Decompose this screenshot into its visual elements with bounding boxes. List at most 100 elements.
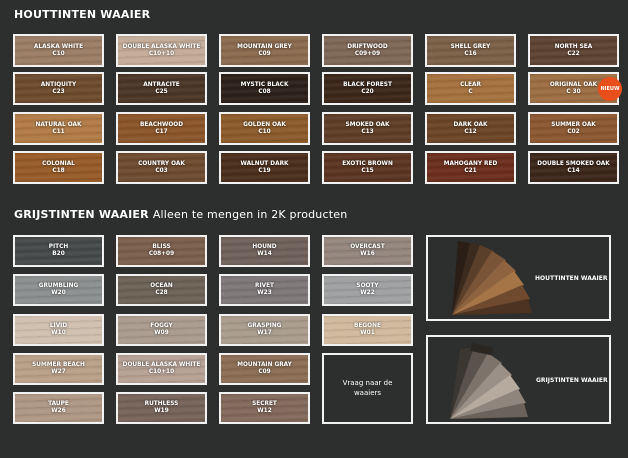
color-swatch[interactable]: HOUND W14 [219, 235, 310, 267]
swatch-code: C08+09 [148, 251, 175, 257]
color-swatch[interactable]: MOUNTAIN GREY C09 [219, 34, 310, 67]
swatch-code: C03 [155, 167, 168, 174]
color-swatch[interactable]: DOUBLE ALASKA WHITE C10+10 [116, 34, 207, 67]
swatch-code: C28 [155, 290, 168, 296]
color-swatch[interactable]: SUMMER BEACH W27 [13, 353, 104, 385]
swatch-name: BLISS [152, 244, 171, 251]
swatch-name: BLACK FOREST [343, 81, 392, 88]
swatch-code: W17 [257, 330, 272, 336]
swatch-name: HOUND [252, 244, 277, 251]
swatch-name: EXOTIC BROWN [342, 160, 393, 167]
swatch-code: C25 [155, 88, 168, 95]
swatch-code: C10+10 [148, 50, 175, 57]
swatch-code: W01 [360, 330, 375, 336]
color-swatch[interactable]: SHELL GREY C16 [425, 34, 516, 67]
color-swatch[interactable]: SUMMER OAK C02 [528, 112, 619, 145]
color-swatch[interactable]: DOUBLE ALASKA WHITE C10+10 [116, 353, 207, 385]
color-swatch[interactable]: TAUPE W26 [13, 392, 104, 424]
color-swatch[interactable]: MOUNTAIN GRAY C09 [219, 353, 310, 385]
wood-fan-label: HOUTTINTEN WAAIER [535, 275, 608, 282]
grey-fan-card[interactable]: GRIJSTINTEN WAAIER [426, 335, 611, 424]
color-swatch[interactable]: GRASPING W17 [219, 314, 310, 346]
color-swatch[interactable]: CLEAR C [425, 72, 516, 105]
swatch-code: C23 [52, 88, 65, 95]
color-swatch[interactable]: OVERCAST W16 [322, 235, 413, 267]
swatch-code: C09 [258, 50, 271, 57]
color-swatch[interactable]: GOLDEN OAK C10 [219, 112, 310, 145]
swatch-code: W10 [51, 330, 66, 336]
swatch-name: NATURAL OAK [35, 121, 82, 128]
swatch-code: C14 [567, 167, 580, 174]
color-swatch[interactable]: GRUMBLING W20 [13, 274, 104, 306]
color-swatch[interactable]: MYSTIC BLACK C08 [219, 72, 310, 105]
swatch-name: MOUNTAIN GRAY [237, 362, 292, 369]
color-swatch[interactable]: COLONIAL C18 [13, 151, 104, 184]
swatch-name: COUNTRY OAK [138, 160, 185, 167]
swatch-name: OCEAN [150, 283, 173, 290]
swatch-code: C10 [52, 50, 65, 57]
color-swatch[interactable]: BLACK FOREST C20 [322, 72, 413, 105]
swatch-name: DRIFTWOOD [347, 43, 388, 50]
swatch-code: C22 [567, 50, 580, 57]
swatch-code: C 30 [566, 88, 581, 95]
color-swatch[interactable]: NORTH SEA C22 [528, 34, 619, 67]
swatch-name: DOUBLE SMOKED OAK [537, 160, 610, 167]
swatch-code: C09 [258, 369, 271, 375]
swatch-code: C16 [464, 50, 477, 57]
swatch-name: SUMMER OAK [551, 121, 596, 128]
swatch-code: W12 [257, 408, 272, 414]
color-swatch[interactable]: ANTRACITE C25 [116, 72, 207, 105]
new-badge: NIEUW [598, 77, 622, 101]
color-swatch[interactable]: ANTIQUITY C23 [13, 72, 104, 105]
wood-fan-image [452, 241, 532, 315]
color-swatch[interactable]: DOUBLE SMOKED OAK C14 [528, 151, 619, 184]
swatch-name: DARK OAK [453, 121, 488, 128]
color-swatch[interactable]: PITCH B20 [13, 235, 104, 267]
color-swatch[interactable]: COUNTRY OAK C03 [116, 151, 207, 184]
swatch-name: RUTHLESS [144, 401, 179, 408]
color-swatch[interactable]: SOOTY W22 [322, 274, 413, 306]
swatch-code: C17 [155, 128, 168, 135]
color-swatch[interactable]: NATURAL OAK C11 [13, 112, 104, 145]
swatch-name: BEGONE [354, 323, 381, 330]
color-swatch[interactable]: SECRET W12 [219, 392, 310, 424]
color-swatch[interactable]: DARK OAK C12 [425, 112, 516, 145]
color-swatch[interactable]: ALASKA WHITE C10 [13, 34, 104, 67]
swatch-name: LIVID [49, 323, 68, 330]
color-swatch[interactable]: EXOTIC BROWN C15 [322, 151, 413, 184]
swatch-code: C19 [258, 167, 271, 174]
swatch-code: W22 [360, 290, 375, 296]
color-swatch[interactable]: OCEAN C28 [116, 274, 207, 306]
swatch-name: ANTRACITE [143, 81, 180, 88]
color-swatch[interactable]: DRIFTWOOD C09+09 [322, 34, 413, 67]
color-swatch[interactable]: RUTHLESS W19 [116, 392, 207, 424]
swatch-name: WALNUT DARK [240, 160, 289, 167]
color-swatch[interactable]: BLISS C08+09 [116, 235, 207, 267]
swatch-code: C [468, 88, 473, 95]
color-swatch[interactable]: WALNUT DARK C19 [219, 151, 310, 184]
swatch-code: C18 [52, 167, 65, 174]
wood-fan-card[interactable]: HOUTTINTEN WAAIER [426, 235, 611, 321]
swatch-name: DOUBLE ALASKA WHITE [122, 43, 201, 50]
swatch-code: W09 [154, 330, 169, 336]
color-swatch[interactable]: BEGONE W01 [322, 314, 413, 346]
swatch-name: DOUBLE ALASKA WHITE [122, 362, 201, 369]
swatch-code: B20 [52, 251, 65, 257]
wood-title-text: HOUTTINTEN WAAIER [14, 8, 151, 21]
color-swatch[interactable]: SMOKED OAK C13 [322, 112, 413, 145]
ask-fans-box[interactable]: Vraag naar de waaiers [322, 353, 413, 424]
grey-subtitle: Alleen te mengen in 2K producten [152, 208, 348, 221]
section-title-wood: HOUTTINTEN WAAIER [14, 8, 150, 21]
swatch-code: W16 [360, 251, 375, 257]
swatch-name: GOLDEN OAK [243, 121, 286, 128]
color-swatch[interactable]: LIVID W10 [13, 314, 104, 346]
swatch-code: C13 [361, 128, 374, 135]
swatch-code: W14 [257, 251, 272, 257]
swatch-code: C09+09 [354, 50, 381, 57]
swatch-name: RIVET [254, 283, 275, 290]
swatch-name: CLEAR [460, 81, 481, 88]
color-swatch[interactable]: MAHOGANY RED C21 [425, 151, 516, 184]
color-swatch[interactable]: FOGGY W09 [116, 314, 207, 346]
color-swatch[interactable]: BEACHWOOD C17 [116, 112, 207, 145]
color-swatch[interactable]: RIVET W23 [219, 274, 310, 306]
